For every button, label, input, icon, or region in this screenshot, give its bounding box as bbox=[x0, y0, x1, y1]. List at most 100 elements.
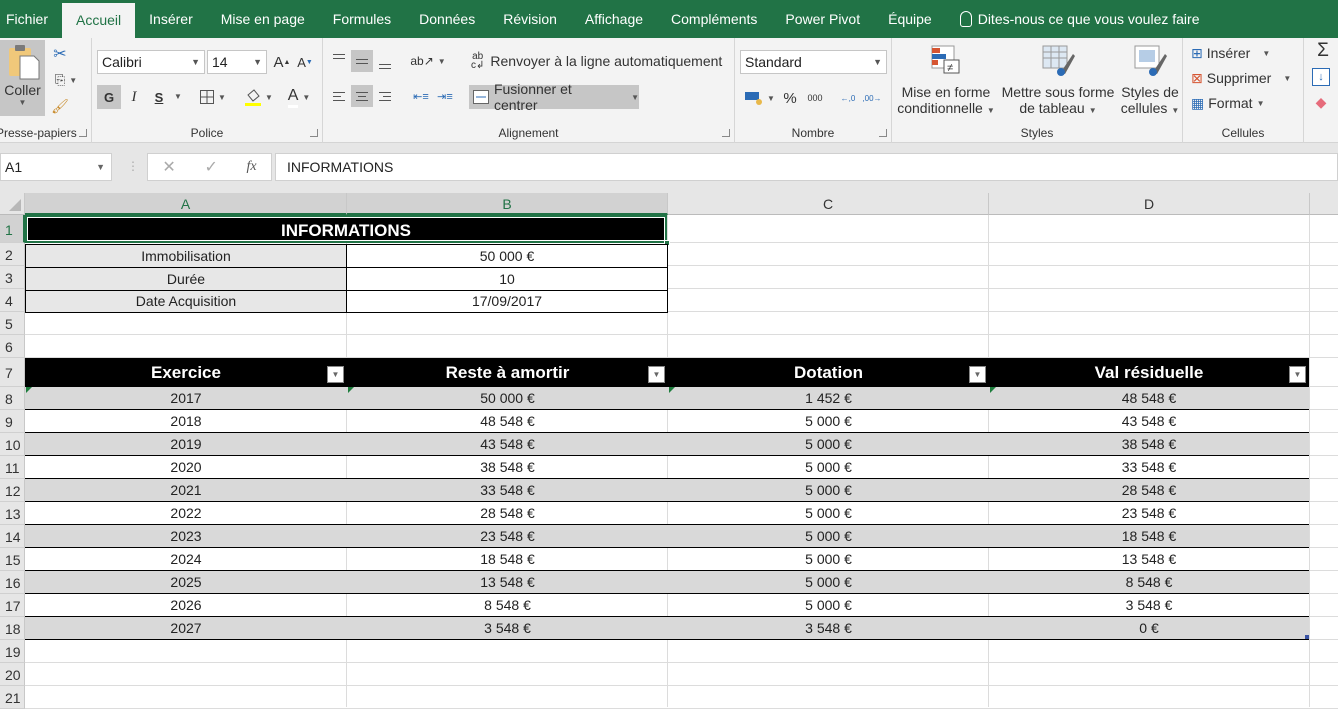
cell-dotation[interactable]: 5 000 € bbox=[668, 433, 989, 455]
row-header-10[interactable]: 10 bbox=[0, 433, 25, 456]
info-value-immobilisation[interactable]: 50 000 € bbox=[346, 244, 668, 268]
clear-eraser-icon[interactable]: ◆ bbox=[1312, 94, 1330, 110]
row-header-8[interactable]: 8 bbox=[0, 387, 25, 410]
row-header-15[interactable]: 15 bbox=[0, 548, 25, 571]
cell-val-residuelle[interactable]: 28 548 € bbox=[989, 479, 1309, 501]
align-bottom-icon[interactable] bbox=[375, 50, 395, 72]
row-header-11[interactable]: 11 bbox=[0, 456, 25, 479]
filter-dropdown-icon[interactable]: ▼ bbox=[648, 366, 665, 383]
cell-reste[interactable]: 13 548 € bbox=[347, 571, 668, 593]
cell-val-residuelle[interactable]: 33 548 € bbox=[989, 456, 1309, 478]
tab-fichier[interactable]: Fichier bbox=[0, 0, 62, 38]
tab-mise-en-page[interactable]: Mise en page bbox=[207, 0, 319, 38]
cell-val-residuelle[interactable]: 8 548 € bbox=[989, 571, 1309, 593]
cell-dotation[interactable]: 5 000 € bbox=[668, 525, 989, 547]
cell-val-residuelle[interactable]: 48 548 € bbox=[989, 387, 1309, 409]
info-title-cell[interactable]: INFORMATIONS bbox=[25, 215, 667, 243]
fill-color-button[interactable]: ▼ bbox=[242, 85, 276, 109]
font-color-button[interactable]: A ▼ bbox=[282, 85, 316, 109]
italic-button[interactable]: I bbox=[123, 85, 145, 109]
increase-indent-icon[interactable]: ⇥≡ bbox=[435, 85, 455, 107]
row-header-9[interactable]: 9 bbox=[0, 410, 25, 433]
cell-exercice[interactable]: 2022 bbox=[25, 502, 347, 524]
cell-reste[interactable]: 18 548 € bbox=[347, 548, 668, 570]
info-value-duree[interactable]: 10 bbox=[346, 267, 668, 291]
increase-decimal-icon[interactable]: ←,0 bbox=[837, 87, 859, 109]
dialog-launcher-icon[interactable] bbox=[722, 129, 730, 137]
bold-button[interactable]: G bbox=[97, 85, 121, 109]
tab-power-pivot[interactable]: Power Pivot bbox=[771, 0, 874, 38]
autosum-button[interactable]: Σ bbox=[1310, 40, 1336, 62]
row-header-2[interactable]: 2 bbox=[0, 243, 25, 266]
format-as-table-button[interactable]: Mettre sous forme de tableau ▼ bbox=[998, 44, 1118, 120]
formula-input[interactable]: INFORMATIONS bbox=[275, 153, 1338, 181]
align-left-icon[interactable] bbox=[329, 85, 349, 107]
info-label-immobilisation[interactable]: Immobilisation bbox=[25, 244, 347, 268]
tell-me-search[interactable]: Dites-nous ce que vous voulez faire bbox=[959, 0, 1200, 38]
row-header-5[interactable]: 5 bbox=[0, 312, 25, 335]
tab-complements[interactable]: Compléments bbox=[657, 0, 771, 38]
cell-reste[interactable]: 23 548 € bbox=[347, 525, 668, 547]
info-label-date-acquisition[interactable]: Date Acquisition bbox=[25, 290, 347, 313]
row-header-3[interactable]: 3 bbox=[0, 266, 25, 289]
decrease-indent-icon[interactable]: ⇤≡ bbox=[411, 85, 431, 107]
row-header-14[interactable]: 14 bbox=[0, 525, 25, 548]
cell-val-residuelle[interactable]: 23 548 € bbox=[989, 502, 1309, 524]
percent-button[interactable]: % bbox=[781, 87, 799, 109]
grow-font-icon[interactable]: A ▲ bbox=[272, 52, 292, 72]
filter-dropdown-icon[interactable]: ▼ bbox=[327, 366, 344, 383]
table-resize-handle[interactable] bbox=[1305, 635, 1309, 639]
table-header-val-residuelle[interactable]: Val résiduelle ▼ bbox=[989, 358, 1309, 387]
column-header-d[interactable]: D bbox=[989, 193, 1310, 215]
filter-dropdown-icon[interactable]: ▼ bbox=[969, 366, 986, 383]
row-header-1[interactable]: 1 bbox=[0, 215, 25, 243]
align-right-icon[interactable] bbox=[375, 85, 395, 107]
row-header-21[interactable]: 21 bbox=[0, 686, 25, 709]
select-all-button[interactable] bbox=[0, 193, 25, 215]
underline-button[interactable]: S bbox=[148, 85, 170, 109]
format-cells-button[interactable]: ▦ Format ▼ bbox=[1191, 92, 1265, 114]
column-header-a[interactable]: A bbox=[25, 193, 347, 215]
tab-donnees[interactable]: Données bbox=[405, 0, 489, 38]
thousands-separator-button[interactable]: 000 bbox=[803, 87, 827, 109]
info-label-duree[interactable]: Durée bbox=[25, 267, 347, 291]
dialog-launcher-icon[interactable] bbox=[310, 129, 318, 137]
row-header-13[interactable]: 13 bbox=[0, 502, 25, 525]
cell-reste[interactable]: 33 548 € bbox=[347, 479, 668, 501]
cell-val-residuelle[interactable]: 0 € bbox=[989, 617, 1309, 639]
borders-button[interactable]: ▼ bbox=[196, 85, 230, 109]
align-middle-icon[interactable] bbox=[351, 50, 373, 72]
column-header-b[interactable]: B bbox=[347, 193, 668, 215]
tab-equipe[interactable]: Équipe bbox=[874, 0, 946, 38]
cell-reste[interactable]: 48 548 € bbox=[347, 410, 668, 432]
dialog-launcher-icon[interactable] bbox=[879, 129, 887, 137]
cell-val-residuelle[interactable]: 13 548 € bbox=[989, 548, 1309, 570]
paste-button[interactable]: Coller ▼ bbox=[0, 40, 45, 116]
row-header-20[interactable]: 20 bbox=[0, 663, 25, 686]
cell-dotation[interactable]: 1 452 € bbox=[668, 387, 989, 409]
cell-exercice[interactable]: 2018 bbox=[25, 410, 347, 432]
cell-dotation[interactable]: 5 000 € bbox=[668, 456, 989, 478]
name-box[interactable]: A1 ▼ bbox=[0, 153, 112, 181]
tab-revision[interactable]: Révision bbox=[489, 0, 571, 38]
cell-reste[interactable]: 50 000 € bbox=[347, 387, 668, 409]
row-header-19[interactable]: 19 bbox=[0, 640, 25, 663]
tab-formules[interactable]: Formules bbox=[319, 0, 405, 38]
cell-dotation[interactable]: 3 548 € bbox=[668, 617, 989, 639]
cell-exercice[interactable]: 2027 bbox=[25, 617, 347, 639]
formula-bar-splitter[interactable]: ⋮ bbox=[127, 159, 139, 173]
cell-dotation[interactable]: 5 000 € bbox=[668, 479, 989, 501]
cell-exercice[interactable]: 2023 bbox=[25, 525, 347, 547]
cancel-icon[interactable]: ✕ bbox=[162, 157, 175, 177]
font-size-select[interactable]: 14 ▼ bbox=[207, 50, 267, 74]
cell-val-residuelle[interactable]: 3 548 € bbox=[989, 594, 1309, 616]
cell-reste[interactable]: 3 548 € bbox=[347, 617, 668, 639]
cell-exercice[interactable]: 2026 bbox=[25, 594, 347, 616]
row-header-16[interactable]: 16 bbox=[0, 571, 25, 594]
align-center-icon[interactable] bbox=[351, 85, 373, 107]
cell-reste[interactable]: 38 548 € bbox=[347, 456, 668, 478]
wrap-text-button[interactable]: ab c↲ Renvoyer à la ligne automatiquement bbox=[471, 50, 722, 72]
fill-down-icon[interactable]: ↓ bbox=[1312, 68, 1330, 86]
cut-icon[interactable]: ✂ bbox=[50, 44, 70, 64]
tab-inserer[interactable]: Insérer bbox=[135, 0, 207, 38]
